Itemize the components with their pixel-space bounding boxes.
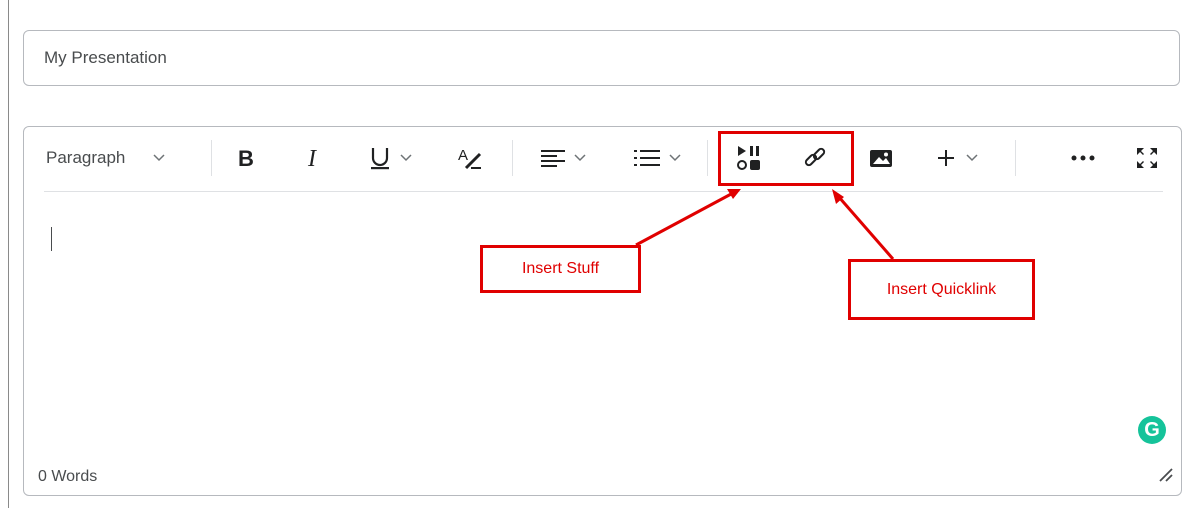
insert-quicklink-callout: Insert Quicklink [848,259,1035,320]
insert-stuff-callout: Insert Stuff [480,245,641,293]
callout-label: Insert Quicklink [886,280,997,298]
callout-label: Insert Stuff [521,260,600,277]
